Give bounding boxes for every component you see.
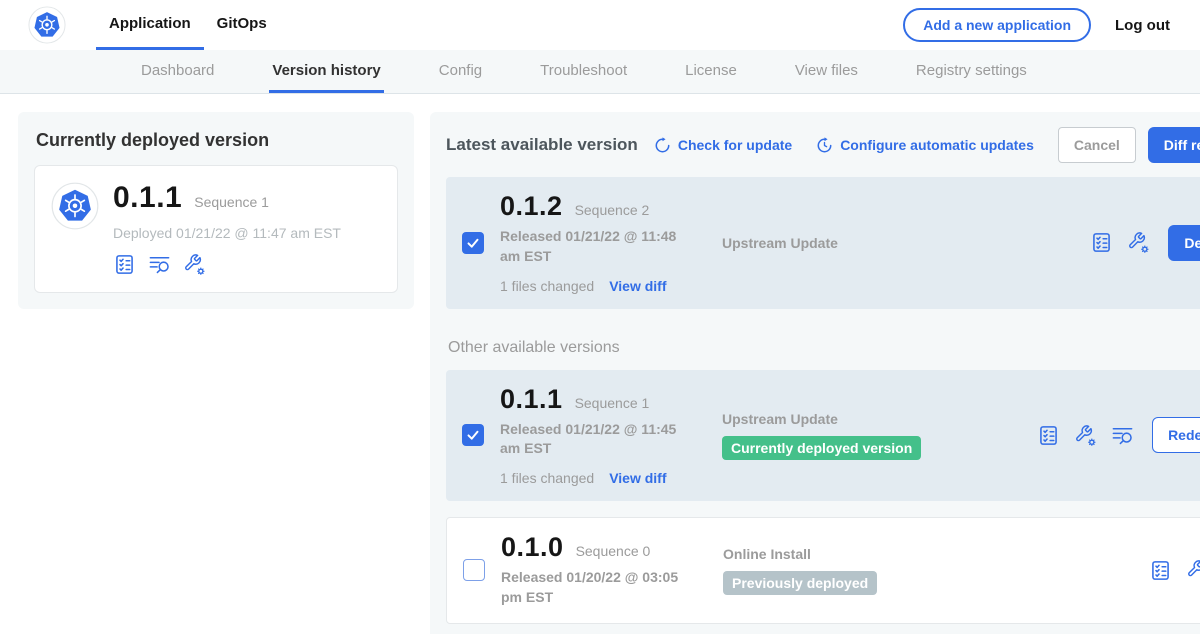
version-number: 0.1.1 [500,385,563,413]
released-timestamp: Released 01/21/22 @ 11:45 am EST [500,420,700,459]
tab-application-label: Application [109,15,191,32]
deployed-sequence-label: Sequence 1 [194,194,269,210]
clock-refresh-icon [816,137,833,154]
subnav-item-registry-settings[interactable]: Registry settings [913,50,1030,93]
main-content: Currently deployed version 0.1.1 Sequenc… [0,94,1200,634]
subnav-item-view-files[interactable]: View files [792,50,861,93]
version-0-1-2-source: Upstream Update [722,235,1090,251]
cancel-button[interactable]: Cancel [1058,127,1136,163]
subnav-item-troubleshoot[interactable]: Troubleshoot [537,50,630,93]
version-row-0-1-0: 0.1.0 Sequence 0 Released 01/20/22 @ 03:… [446,517,1200,624]
view-config-icon[interactable] [1186,559,1200,582]
deployed-version-number: 0.1.1 [113,182,182,214]
preflight-checks-icon[interactable] [113,253,136,276]
version-0-1-1-actions: Redeploy [1037,417,1200,453]
configure-updates-label: Configure automatic updates [840,137,1034,153]
subnav-item-config[interactable]: Config [436,50,485,93]
source-label: Upstream Update [722,235,1090,251]
source-label: Upstream Update [722,411,1037,427]
version-number: 0.1.2 [500,192,563,220]
version-0-1-2-actions: Deploy [1090,225,1200,261]
subnav-item-version-history[interactable]: Version history [269,50,383,93]
version-row-0-1-2: 0.1.2 Sequence 2 Released 01/21/22 @ 11:… [446,177,1200,309]
deployed-timestamp: Deployed 01/21/22 @ 11:47 am EST [113,225,341,241]
view-logs-icon[interactable] [148,253,171,276]
preflight-checks-icon[interactable] [1037,424,1060,447]
configure-automatic-updates-link[interactable]: Configure automatic updates [816,137,1034,154]
sequence-label: Sequence 2 [575,202,650,218]
edit-config-icon[interactable] [183,253,206,276]
version-0-1-1-source: Upstream Update Currently deployed versi… [722,411,1037,460]
version-0-1-0-source: Online Install Previously deployed [723,546,1149,595]
checkmark-icon [464,426,482,444]
add-new-application-button[interactable]: Add a new application [903,8,1091,42]
files-changed-label: 1 files changed [500,470,594,486]
other-available-versions-title: Other available versions [448,339,1200,357]
preflight-checks-icon[interactable] [1090,231,1113,254]
view-logs-icon[interactable] [1111,424,1134,447]
preflight-checks-icon[interactable] [1149,559,1172,582]
checkmark-icon [464,234,482,252]
view-diff-link[interactable]: View diff [609,278,666,294]
version-0-1-0-info: 0.1.0 Sequence 0 Released 01/20/22 @ 03:… [501,533,723,608]
edit-config-icon[interactable] [1127,231,1150,254]
check-for-update-link[interactable]: Check for update [654,137,792,154]
currently-deployed-title: Currently deployed version [36,130,398,151]
redeploy-button[interactable]: Redeploy [1152,417,1200,453]
deployed-version-card: 0.1.1 Sequence 1 Deployed 01/21/22 @ 11:… [34,165,398,293]
version-0-1-0-checkbox[interactable] [463,559,485,581]
top-nav: Application GitOps Add a new application… [0,0,1200,50]
version-0-1-2-checkbox[interactable] [462,232,484,254]
edit-config-icon[interactable] [1074,424,1097,447]
previously-deployed-badge: Previously deployed [723,571,877,595]
check-for-update-label: Check for update [678,137,792,153]
logout-button[interactable]: Log out [1115,17,1170,34]
top-nav-spacer [280,0,904,50]
available-versions-panel: Latest available version Check for updat… [430,112,1200,634]
sequence-label: Sequence 0 [576,543,651,559]
source-label: Online Install [723,546,1149,562]
diff-releases-button[interactable]: Diff releases [1148,127,1200,163]
kubernetes-logo-icon [28,6,66,44]
version-0-1-1-checkbox[interactable] [462,424,484,446]
app-sub-nav: Dashboard Version history Config Trouble… [0,50,1200,94]
tab-application[interactable]: Application [96,0,204,50]
released-timestamp: Released 01/21/22 @ 11:48 am EST [500,227,700,266]
tab-gitops-label: GitOps [217,15,267,32]
sequence-label: Sequence 1 [575,395,650,411]
deploy-button[interactable]: Deploy [1168,225,1200,261]
latest-available-title: Latest available version [446,135,638,155]
currently-deployed-panel: Currently deployed version 0.1.1 Sequenc… [18,112,414,309]
version-0-1-1-info: 0.1.1 Sequence 1 Released 01/21/22 @ 11:… [500,385,722,487]
subnav-item-dashboard[interactable]: Dashboard [138,50,217,93]
version-0-1-0-actions [1149,559,1200,582]
currently-deployed-badge: Currently deployed version [722,436,921,460]
available-versions-header: Latest available version Check for updat… [446,127,1200,163]
version-number: 0.1.0 [501,533,564,561]
version-0-1-2-info: 0.1.2 Sequence 2 Released 01/21/22 @ 11:… [500,192,722,294]
released-timestamp: Released 01/20/22 @ 03:05 pm EST [501,568,701,607]
view-diff-link[interactable]: View diff [609,470,666,486]
deployed-version-info: 0.1.1 Sequence 1 Deployed 01/21/22 @ 11:… [113,182,341,276]
subnav-item-license[interactable]: License [682,50,740,93]
app-logo-icon [51,182,99,230]
tab-gitops[interactable]: GitOps [204,0,280,50]
refresh-icon [654,137,671,154]
files-changed-label: 1 files changed [500,278,594,294]
version-row-0-1-1: 0.1.1 Sequence 1 Released 01/21/22 @ 11:… [446,370,1200,502]
